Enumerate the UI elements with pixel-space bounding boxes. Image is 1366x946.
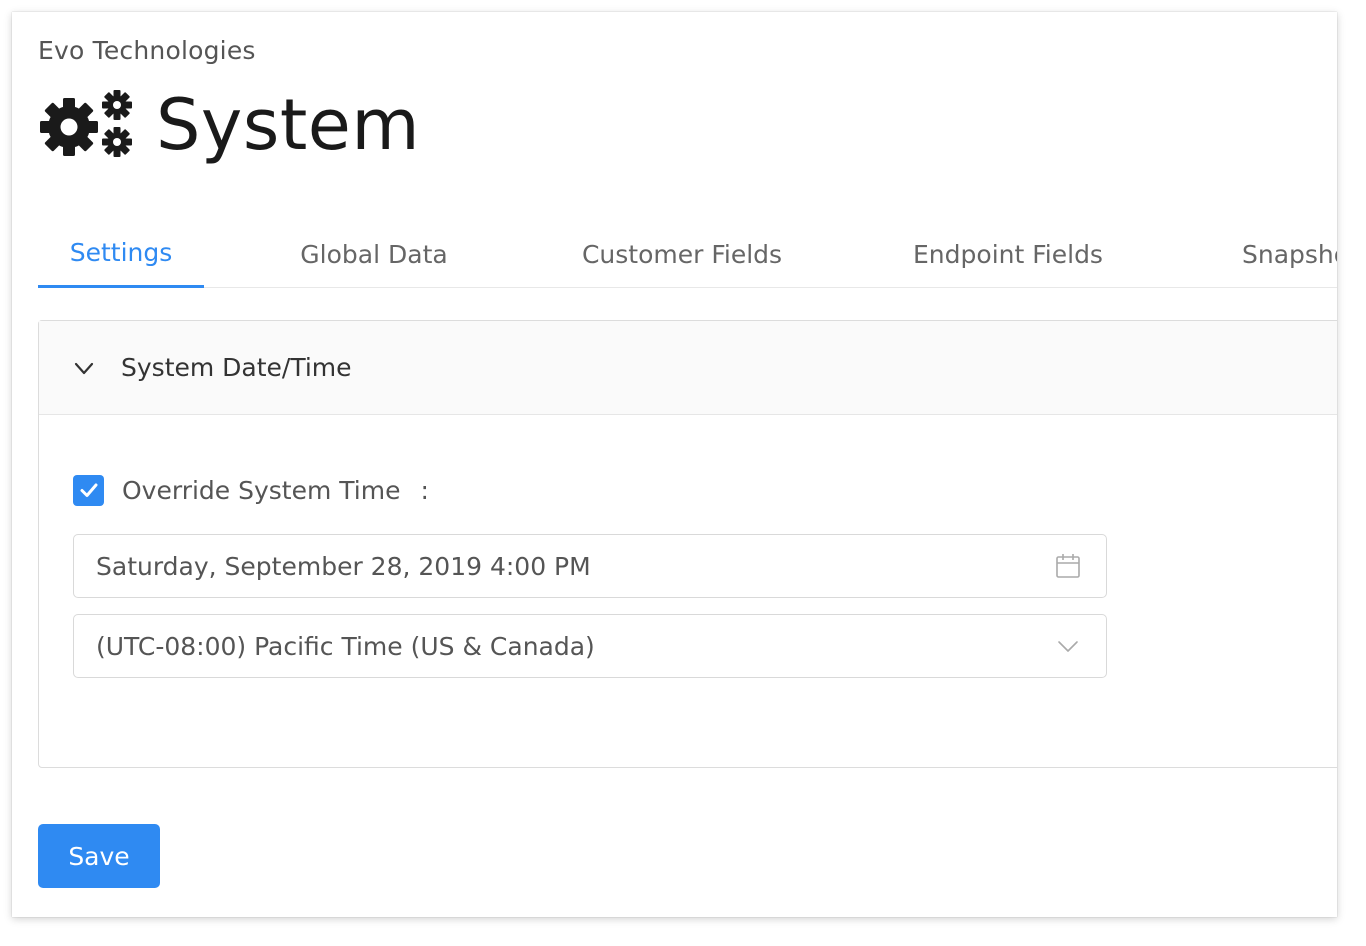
tab-settings[interactable]: Settings xyxy=(38,220,204,288)
save-button[interactable]: Save xyxy=(38,824,160,888)
tab-endpoint-fields[interactable]: Endpoint Fields xyxy=(890,220,1126,288)
settings-window: Evo Technologies System Settings Global … xyxy=(12,12,1337,917)
page-header: System xyxy=(38,80,420,170)
tab-snapshots[interactable]: Snapshots xyxy=(1218,220,1337,288)
datetime-value: Saturday, September 28, 2019 4:00 PM xyxy=(96,551,591,581)
chevron-down-icon[interactable] xyxy=(1054,632,1082,660)
override-label: Override System Time xyxy=(122,475,401,505)
tab-bar: Settings Global Data Customer Fields End… xyxy=(38,220,1337,288)
date-time-panel: System Date/Time Override System Time : … xyxy=(38,320,1337,768)
label-separator: : xyxy=(420,475,429,505)
timezone-value: (UTC-08:00) Pacific Time (US & Canada) xyxy=(96,631,595,661)
chevron-down-icon xyxy=(74,362,94,374)
datetime-picker[interactable]: Saturday, September 28, 2019 4:00 PM xyxy=(73,534,1107,598)
company-name: Evo Technologies xyxy=(38,36,256,65)
calendar-icon[interactable] xyxy=(1054,552,1082,580)
override-row: Override System Time : xyxy=(73,473,429,507)
check-icon xyxy=(80,483,97,497)
panel-header-toggle[interactable]: System Date/Time xyxy=(39,321,1337,415)
override-checkbox[interactable] xyxy=(73,474,104,506)
tab-customer-fields[interactable]: Customer Fields xyxy=(562,220,802,288)
panel-title: System Date/Time xyxy=(121,353,352,382)
gears-icon xyxy=(40,90,132,157)
page-title: System xyxy=(156,84,421,166)
timezone-select[interactable]: (UTC-08:00) Pacific Time (US & Canada) xyxy=(73,614,1107,678)
tab-global-data[interactable]: Global Data xyxy=(276,220,472,288)
